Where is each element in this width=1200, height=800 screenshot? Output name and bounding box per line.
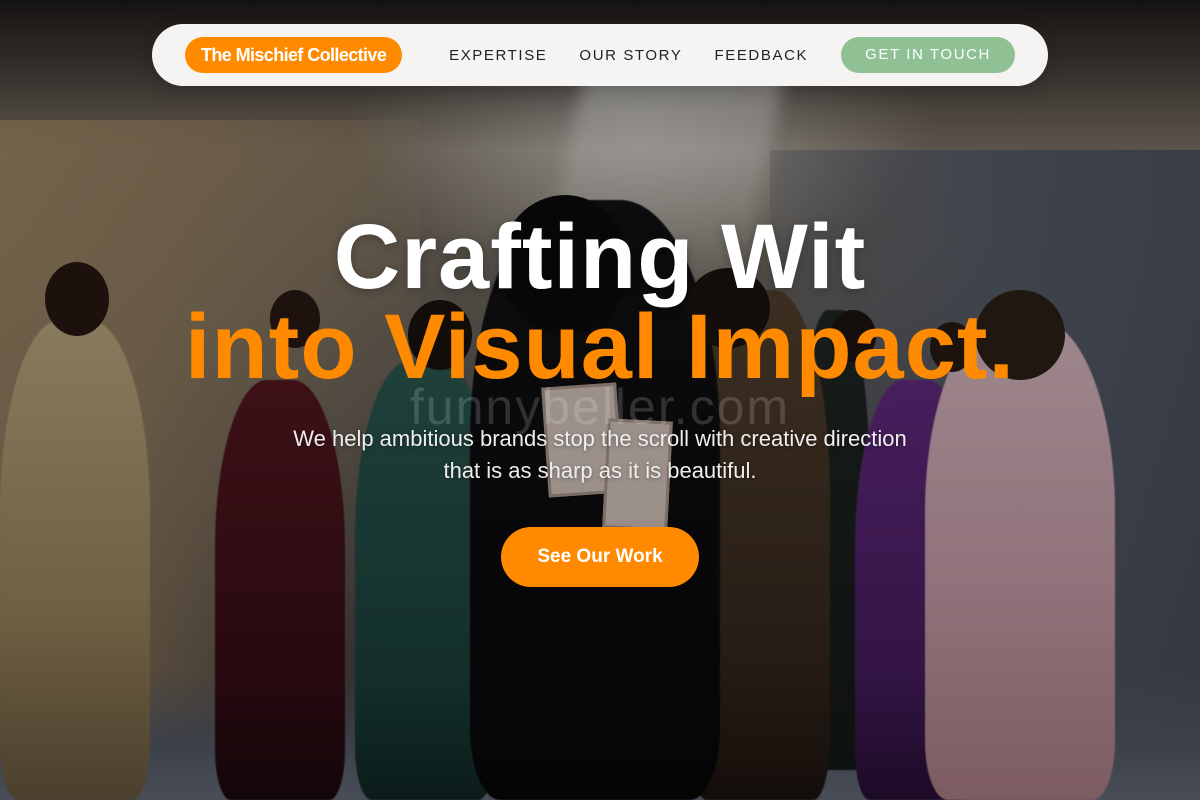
top-navbar: The Mischief Collective EXPERTISE OUR ST… (152, 24, 1048, 86)
nav-link-our-story[interactable]: OUR STORY (579, 47, 682, 64)
subtitle-line-2: that is as sharp as it is beautiful. (443, 458, 757, 483)
nav-link-feedback[interactable]: FEEDBACK (714, 47, 808, 64)
hero-headline: Crafting Wit into Visual Impact. (0, 205, 1200, 393)
get-in-touch-button[interactable]: GET IN TOUCH (841, 37, 1015, 73)
hero-section: Crafting Wit into Visual Impact. We help… (0, 205, 1200, 587)
subtitle-line-1: We help ambitious brands stop the scroll… (293, 426, 907, 451)
headline-line-1: Crafting Wit (333, 206, 867, 308)
brand-logo-button[interactable]: The Mischief Collective (185, 37, 403, 73)
headline-line-2: into Visual Impact. (184, 296, 1016, 398)
nav-link-expertise[interactable]: EXPERTISE (449, 47, 547, 64)
see-our-work-button[interactable]: See Our Work (501, 527, 699, 587)
hero-subtitle: We help ambitious brands stop the scroll… (240, 423, 960, 487)
nav-links: EXPERTISE OUR STORY FEEDBACK (449, 47, 808, 64)
